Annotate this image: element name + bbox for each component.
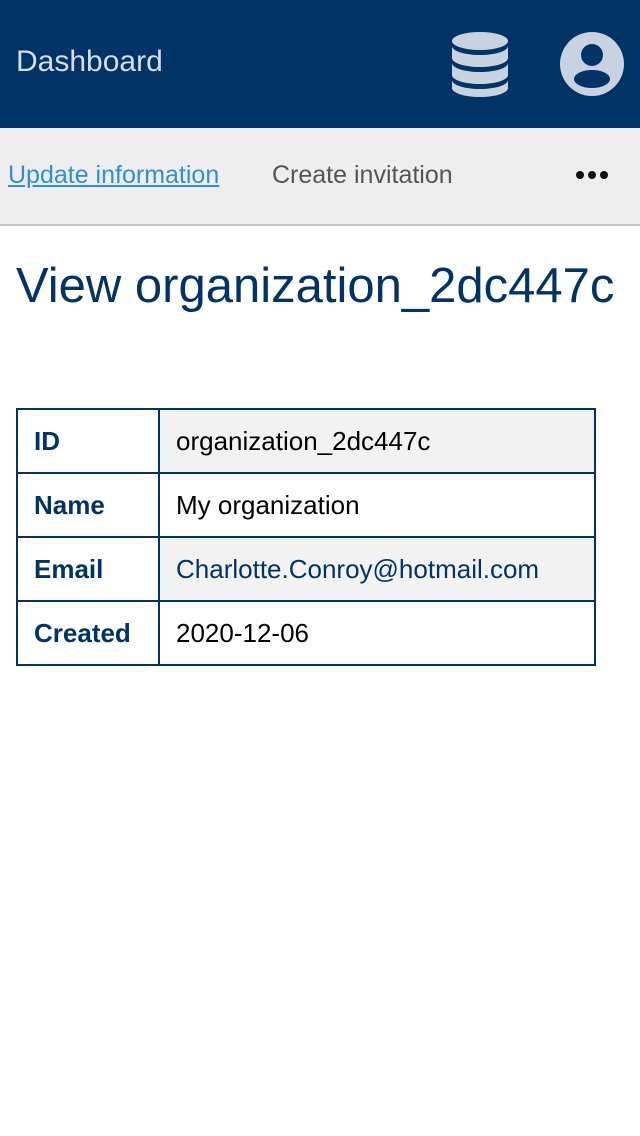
organization-details-table: ID organization_2dc447c Name My organiza… — [16, 408, 596, 666]
dashboard-title[interactable]: Dashboard — [16, 42, 163, 82]
table-row: Created 2020-12-06 — [16, 600, 596, 666]
more-dots-icon[interactable] — [572, 158, 612, 192]
app-header: Dashboard — [0, 0, 640, 128]
update-information-link[interactable]: Update information — [8, 158, 219, 192]
row-value: My organization — [158, 472, 596, 538]
sub-navigation: Update information Create invitation — [0, 128, 640, 226]
email-link[interactable]: Charlotte.Conroy@hotmail.com — [176, 554, 539, 584]
table-row: Name My organization — [16, 472, 596, 538]
row-label: Name — [16, 472, 160, 538]
table-row: ID organization_2dc447c — [16, 408, 596, 474]
table-row: Email Charlotte.Conroy@hotmail.com — [16, 536, 596, 602]
row-label: ID — [16, 408, 160, 474]
row-value: 2020-12-06 — [158, 600, 596, 666]
create-invitation-link[interactable]: Create invitation — [272, 158, 453, 192]
row-value: Charlotte.Conroy@hotmail.com — [158, 536, 596, 602]
row-value: organization_2dc447c — [158, 408, 596, 474]
user-account-icon[interactable] — [558, 30, 626, 98]
database-icon[interactable] — [448, 30, 512, 98]
row-label: Created — [16, 600, 160, 666]
page-title: View organization_2dc447c — [16, 259, 615, 313]
row-label: Email — [16, 536, 160, 602]
